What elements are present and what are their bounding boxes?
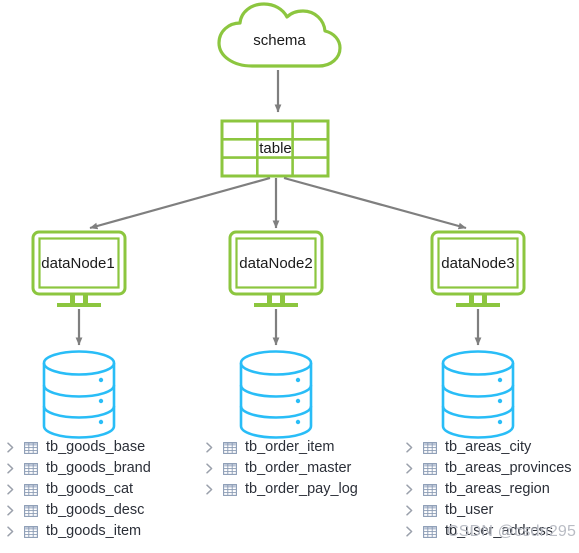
table-list-column-2: tb_order_item tb_order_master tb_order_pay… [203, 437, 358, 500]
table-list-item[interactable]: tb_goods_cat [4, 479, 151, 500]
schema-label: schema [253, 32, 306, 49]
table-list-item-label: tb_order_master [245, 460, 352, 477]
table-grid-icon [223, 441, 237, 454]
watermark: CSDN @csdn295 [447, 523, 577, 540]
database-cylinder-2-shape [239, 350, 313, 439]
chevron-right-icon[interactable] [4, 504, 17, 517]
table-list-item[interactable]: tb_goods_base [4, 437, 151, 458]
table-list-item[interactable]: tb_goods_desc [4, 500, 151, 521]
table-list-item[interactable]: tb_areas_region [403, 479, 572, 500]
table-list-item[interactable]: tb_order_item [203, 437, 358, 458]
table-grid-icon [423, 441, 437, 454]
chevron-right-icon[interactable] [203, 483, 216, 496]
chevron-right-icon[interactable] [403, 483, 416, 496]
table-grid-icon [423, 462, 437, 475]
chevron-right-icon[interactable] [203, 462, 216, 475]
datanode2-label: dataNode2 [239, 255, 313, 272]
chevron-right-icon[interactable] [4, 462, 17, 475]
edge-table-to-datanode1 [89, 176, 271, 230]
table-grid-icon [223, 483, 237, 496]
chevron-right-icon[interactable] [4, 441, 17, 454]
table-list-item-label: tb_goods_brand [46, 460, 151, 477]
table-grid-icon [223, 462, 237, 475]
chevron-right-icon[interactable] [403, 525, 416, 538]
chevron-right-icon[interactable] [4, 525, 17, 538]
table-list-item[interactable]: tb_goods_item [4, 521, 151, 542]
table-list-item[interactable]: tb_user [403, 500, 572, 521]
chevron-right-icon[interactable] [203, 441, 216, 454]
table-list-column-1: tb_goods_base tb_goods_brand tb_goods_catt… [4, 437, 151, 542]
database-cylinder-3-shape [441, 350, 515, 439]
table-grid-icon [24, 462, 38, 475]
table-list-item-label: tb_user [445, 502, 494, 519]
table-grid-icon [24, 504, 38, 517]
table-list-item-label: tb_goods_base [46, 439, 146, 456]
table-list-item[interactable]: tb_areas_city [403, 437, 572, 458]
table-list-item-label: tb_areas_city [445, 439, 532, 456]
table-grid-icon [24, 525, 38, 538]
diagram-canvas: schema table dataNode1 dataNode2 dataNod… [0, 0, 579, 553]
chevron-right-icon[interactable] [403, 462, 416, 475]
datanode3-label: dataNode3 [441, 255, 515, 272]
table-list-item-label: tb_areas_provinces [445, 460, 572, 477]
datanode1-label: dataNode1 [41, 255, 115, 272]
table-list-item[interactable]: tb_order_master [203, 458, 358, 479]
table-grid-icon [423, 525, 437, 538]
chevron-right-icon[interactable] [403, 504, 416, 517]
table-list-item[interactable]: tb_order_pay_log [203, 479, 358, 500]
table-list-item[interactable]: tb_areas_provinces [403, 458, 572, 479]
table-grid-icon [423, 483, 437, 496]
table-grid-icon [423, 504, 437, 517]
table-list-item-label: tb_goods_cat [46, 481, 134, 498]
table-list-item-label: tb_areas_region [445, 481, 550, 498]
database-cylinder-1-shape [42, 350, 116, 439]
table-list-item-label: tb_order_pay_log [245, 481, 358, 498]
table-label: table [259, 140, 292, 157]
table-list-item[interactable]: tb_goods_brand [4, 458, 151, 479]
edge-table-to-datanode3 [283, 176, 467, 230]
table-list-item-label: tb_goods_item [46, 523, 142, 540]
table-grid-icon [24, 483, 38, 496]
chevron-right-icon[interactable] [4, 483, 17, 496]
table-grid-icon [24, 441, 38, 454]
chevron-right-icon[interactable] [403, 441, 416, 454]
table-list-item-label: tb_order_item [245, 439, 335, 456]
table-list-item-label: tb_goods_desc [46, 502, 145, 519]
